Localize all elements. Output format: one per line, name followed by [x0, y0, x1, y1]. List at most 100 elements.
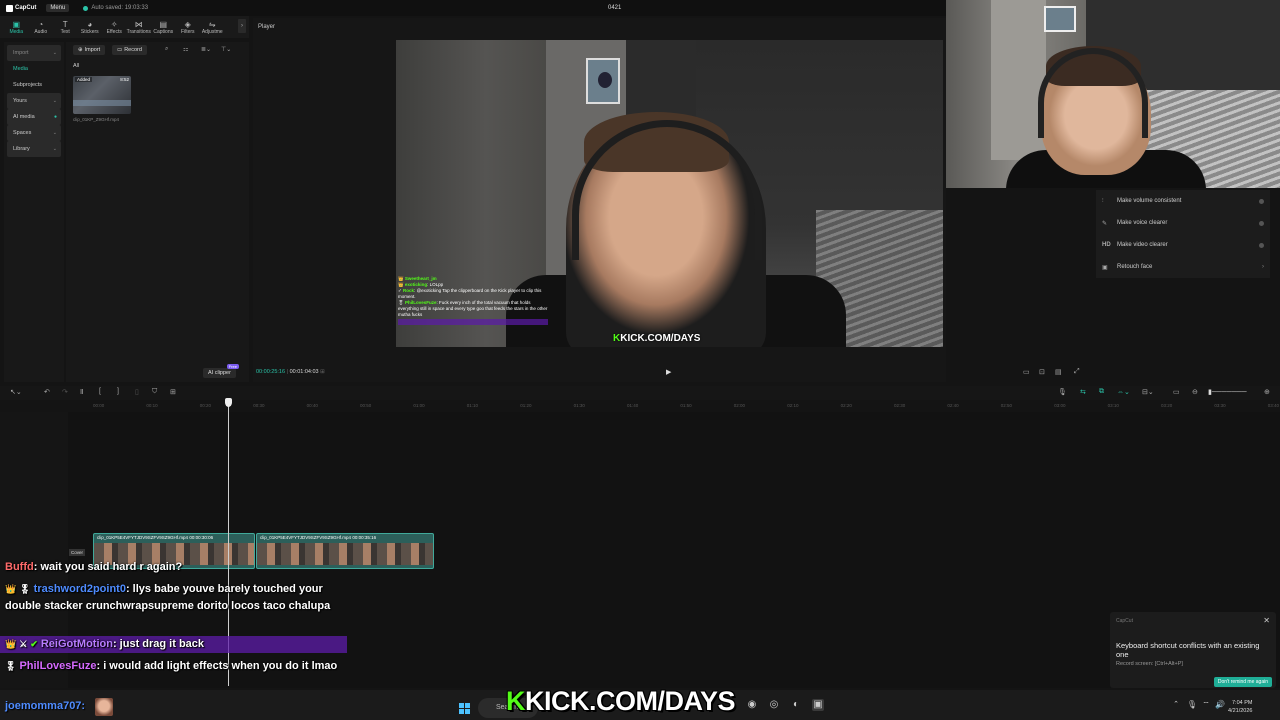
filter-icon[interactable]: ⊤⌄: [221, 46, 231, 53]
thumb-image: [73, 100, 131, 106]
effects-icon: ✧: [110, 19, 118, 29]
wifi-icon[interactable]: ⌔: [1200, 699, 1212, 711]
tab-effects[interactable]: ✧ Effects: [102, 16, 127, 38]
snap-icon[interactable]: ⧉: [1099, 388, 1104, 396]
toolbar-expand-icon[interactable]: ›: [238, 19, 246, 33]
tab-transitions[interactable]: ⋈ Transitions: [127, 16, 152, 38]
import-button[interactable]: ⊕ Import: [73, 45, 106, 55]
redo-icon[interactable]: ↷: [62, 388, 68, 396]
tab-media[interactable]: ▣ Media: [4, 16, 29, 38]
menu-button[interactable]: Menu: [46, 4, 70, 12]
nav-label: Library: [13, 146, 30, 152]
sidebar-item-library[interactable]: Library ⌄: [7, 141, 61, 157]
app-name: CapCut: [15, 5, 37, 11]
crop-icon[interactable]: ⊞: [170, 388, 176, 396]
make-voice-clearer-row[interactable]: ✎ Make voice clearer: [1096, 212, 1270, 234]
overlay-highlight: [398, 319, 548, 325]
sidebar-item-media[interactable]: Media: [7, 61, 61, 77]
ruler-tick: 00:10: [146, 403, 158, 408]
obs-icon[interactable]: ◎: [768, 699, 780, 711]
ruler-tick: 01:00: [413, 403, 425, 408]
sidebar-item-subprojects[interactable]: Subprojects: [7, 77, 61, 93]
dont-remind-button[interactable]: Don't remind me again: [1213, 677, 1272, 687]
tab-text[interactable]: T Text: [53, 16, 78, 38]
ruler-tick: 00:40: [306, 403, 318, 408]
stickers-icon: ◕: [87, 19, 93, 29]
toggle-switch[interactable]: [1259, 198, 1264, 204]
close-icon[interactable]: ✕: [1263, 616, 1270, 625]
select-tool-icon[interactable]: ↖⌄: [10, 388, 22, 396]
overlay-chat-line: 🎖 PhilLovesFuze: Fuck every inch of the …: [398, 300, 548, 317]
win-pane: [459, 703, 464, 708]
make-video-clearer-row[interactable]: HD Make video clearer: [1096, 234, 1270, 256]
capcut-taskbar-icon[interactable]: ◐: [790, 699, 802, 711]
current-time: 00:00:25:16: [256, 369, 286, 375]
toggle-switch[interactable]: [1259, 220, 1264, 226]
zoom-out-icon[interactable]: ⊖: [1192, 388, 1198, 396]
marker-icon[interactable]: ⛉: [152, 388, 157, 396]
shortcut-toast: CapCut ✕ Keyboard shortcut conflicts wit…: [1110, 612, 1276, 688]
total-time: 00:01:04:03: [289, 369, 319, 375]
retouch-face-row[interactable]: ▣ Retouch face ›: [1096, 256, 1270, 278]
sidebar-item-ai-media[interactable]: AI media ●: [7, 109, 61, 125]
enhance-label: Make video clearer: [1117, 242, 1168, 248]
chat-user-partial: joemomma707:: [5, 700, 86, 712]
view-toggle-icon[interactable]: ⚏: [183, 46, 188, 53]
ruler-tick: 02:00: [733, 403, 746, 408]
search-icon[interactable]: ⌕: [165, 46, 168, 53]
sidebar-item-spaces[interactable]: Spaces ⌄: [7, 125, 61, 141]
title-bar: CapCut Menu Auto saved: 19:03:33 0421: [0, 0, 946, 16]
toggle-switch[interactable]: [1259, 242, 1264, 248]
webcam-overlay: [946, 0, 1280, 188]
tray-chevron-icon[interactable]: ⌃: [1170, 699, 1182, 711]
timeline-ruler[interactable]: 00:00 00:10 00:20 00:30 00:40 00:50 01:00 01:10…: [68, 400, 1280, 412]
media-thumbnail[interactable]: Added 8:52: [73, 76, 131, 114]
record-button[interactable]: ▭ Record: [112, 45, 147, 55]
aspect-icon[interactable]: ▤: [1055, 368, 1062, 376]
link-icon[interactable]: ⇆: [1080, 388, 1086, 396]
preview-axis-icon[interactable]: ⇔⌄: [1117, 388, 1130, 396]
overlay-user: PhilLovesFuze: [404, 300, 437, 305]
split-icon[interactable]: Ⅱ: [80, 388, 83, 396]
sidebar-item-yours[interactable]: Yours ⌄: [7, 93, 61, 109]
play-button[interactable]: ▶: [666, 368, 671, 376]
zoom-fit-icon[interactable]: ⊡: [1039, 368, 1045, 376]
delete-icon[interactable]: ▯: [135, 388, 139, 396]
overlay-user: exoticking: [404, 282, 428, 287]
video-preview[interactable]: 👑 Sweetheart_jm 👑 exoticking: LOLpp ✓ Ro…: [396, 40, 943, 347]
make-volume-consistent-row[interactable]: ⫶ Make volume consistent: [1096, 190, 1270, 212]
fullscreen-icon[interactable]: ⤢: [1074, 368, 1080, 376]
playhead-handle[interactable]: [225, 398, 232, 407]
clock[interactable]: 7:04 PM 4/21/2026: [1228, 699, 1252, 715]
enhance-label: Make volume consistent: [1117, 198, 1182, 204]
zoom-in-icon[interactable]: ⊕: [1264, 388, 1270, 396]
project-title: 0421: [608, 5, 622, 11]
caption-icon[interactable]: ▭: [1173, 388, 1180, 396]
mic-tray-icon[interactable]: 🎙: [1186, 699, 1198, 711]
trim-left-icon[interactable]: [: [99, 388, 101, 395]
tab-label: Audio: [34, 28, 48, 35]
sort-icon[interactable]: ≣⌄: [201, 46, 211, 53]
tab-captions[interactable]: ▤ Captions: [151, 16, 176, 38]
nav-label: Subprojects: [13, 82, 43, 88]
tab-filters[interactable]: ◈ Filters: [176, 16, 201, 38]
timeline-mode-icon[interactable]: ⊞: [320, 369, 325, 375]
trim-right-icon[interactable]: ]: [117, 388, 119, 395]
split-screen-icon[interactable]: ⊟⌄: [1142, 388, 1154, 396]
tab-stickers[interactable]: ◕ Stickers: [78, 16, 103, 38]
filter-all[interactable]: All: [73, 63, 79, 69]
sidebar-item-import[interactable]: Import ⌄: [7, 45, 61, 61]
ratio-icon[interactable]: ▭: [1023, 368, 1030, 376]
tab-audio[interactable]: ◔ Audio: [29, 16, 54, 38]
chat-user: ReiGotMotion: [40, 638, 113, 650]
tab-adjustment[interactable]: ⇋ Adjustme: [200, 16, 225, 38]
nav-label: Yours: [13, 98, 27, 104]
chrome-icon[interactable]: ◉: [746, 699, 758, 711]
ai-clipper-button[interactable]: AI clipper Free: [203, 364, 239, 378]
volume-tray-icon[interactable]: 🔊: [1214, 699, 1226, 711]
media-filename: clip_01KP_Z9GHf.mp4: [73, 117, 120, 122]
zoom-slider[interactable]: ▮───────: [1208, 388, 1247, 396]
microphone-icon[interactable]: 🎙: [1058, 388, 1067, 396]
app-taskbar-icon[interactable]: ▣: [812, 699, 824, 711]
undo-icon[interactable]: ↶: [44, 388, 50, 396]
